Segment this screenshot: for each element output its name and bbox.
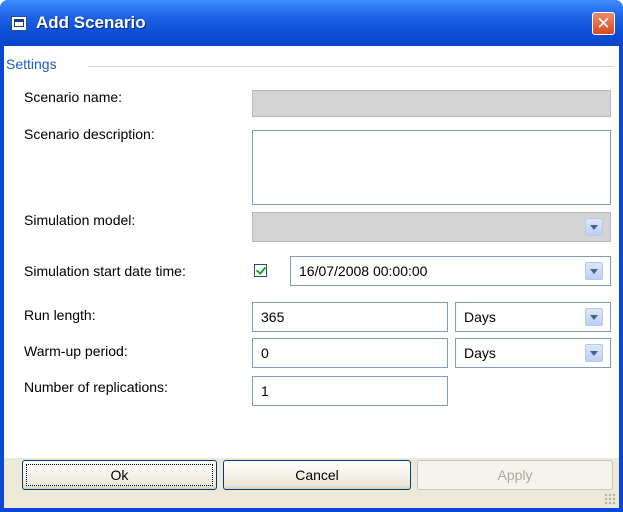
scenario-description-textarea[interactable]	[252, 130, 611, 205]
warmup-label: Warm-up period:	[24, 343, 128, 359]
dialog-body: Settings Scenario name: Scenario descrip…	[4, 46, 619, 508]
warmup-unit-value: Days	[464, 345, 496, 361]
dialog-window: Add Scenario ✕ Settings Scenario name: S…	[0, 0, 623, 512]
replications-label: Number of replications:	[24, 379, 168, 395]
settings-panel: Settings Scenario name: Scenario descrip…	[4, 46, 619, 458]
scenario-name-label: Scenario name:	[24, 89, 123, 105]
window-title: Add Scenario	[36, 13, 146, 32]
start-datetime-label: Simulation start date time:	[24, 263, 186, 279]
start-datetime-picker[interactable]: 16/07/2008 00:00:00	[290, 256, 611, 286]
chevron-down-icon[interactable]	[585, 262, 603, 280]
ok-button[interactable]: Ok	[22, 460, 217, 490]
scenario-description-label: Scenario description:	[24, 126, 155, 142]
run-length-input[interactable]: 365	[252, 302, 448, 332]
resize-grip[interactable]	[604, 493, 616, 505]
group-divider	[88, 66, 614, 67]
window-app-icon	[11, 16, 27, 31]
title-bar[interactable]: Add Scenario ✕	[0, 0, 623, 46]
cancel-button[interactable]: Cancel	[223, 460, 411, 490]
run-length-label: Run length:	[24, 307, 96, 323]
apply-button[interactable]: Apply	[417, 460, 613, 490]
start-datetime-checkbox[interactable]	[254, 264, 267, 277]
warmup-input[interactable]: 0	[252, 338, 448, 368]
simulation-model-label: Simulation model:	[24, 212, 136, 228]
close-icon: ✕	[596, 14, 611, 33]
start-datetime-value: 16/07/2008 00:00:00	[299, 263, 428, 279]
replications-input[interactable]: 1	[252, 376, 448, 406]
warmup-unit-select[interactable]: Days	[455, 338, 611, 368]
chevron-down-icon[interactable]	[585, 308, 603, 326]
close-button[interactable]: ✕	[592, 12, 615, 35]
run-length-unit-value: Days	[464, 309, 496, 325]
settings-group-label: Settings	[6, 56, 57, 72]
scenario-name-input[interactable]	[252, 90, 611, 117]
chevron-down-icon[interactable]	[585, 218, 603, 236]
chevron-down-icon[interactable]	[585, 344, 603, 362]
simulation-model-select[interactable]	[252, 212, 611, 242]
run-length-unit-select[interactable]: Days	[455, 302, 611, 332]
